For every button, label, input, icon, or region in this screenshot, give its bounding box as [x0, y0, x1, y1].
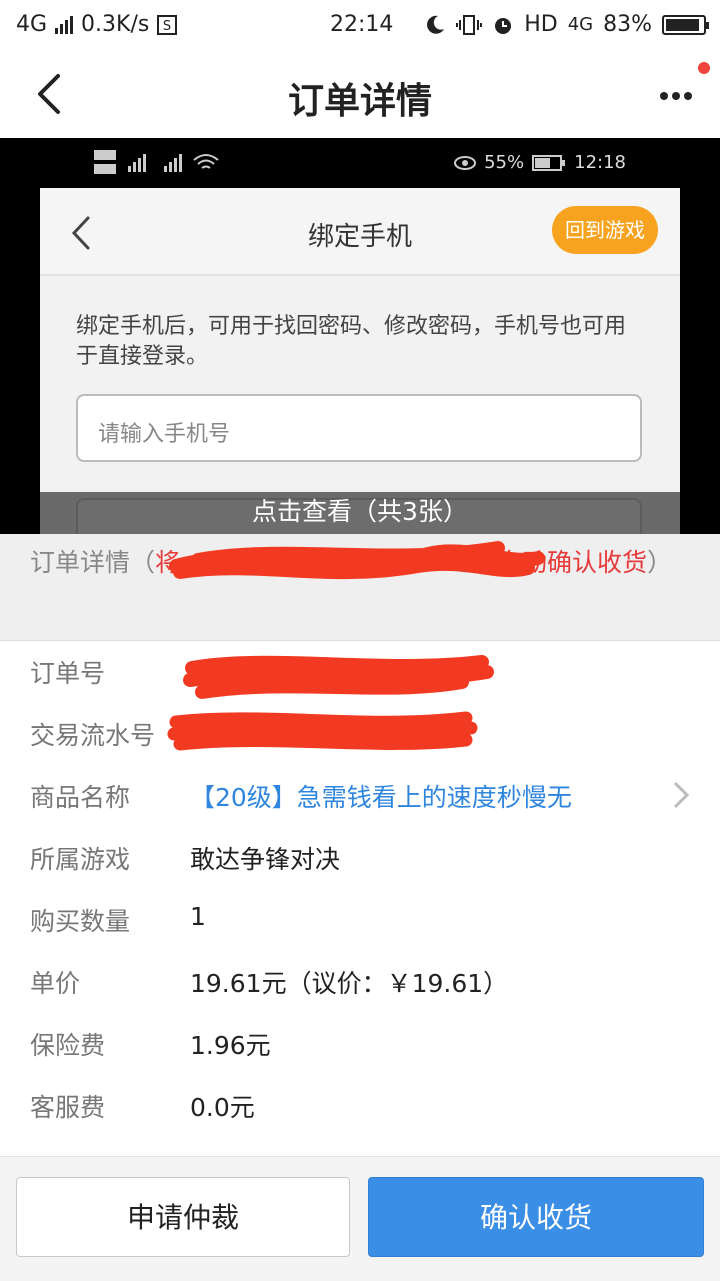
hd-indicator: HD	[524, 12, 558, 37]
preview-time: 12:18	[574, 152, 626, 173]
serial-number-row: 交易流水号	[0, 702, 720, 764]
order-number-row: 订单号	[0, 640, 720, 702]
vibrate-icon	[456, 14, 483, 35]
preview-status-bar: 55% 12:18	[94, 148, 626, 184]
service-fee-label: 客服费	[30, 1093, 106, 1122]
eye-icon	[454, 155, 477, 170]
apply-arbitration-button[interactable]: 申请仲裁	[16, 1177, 350, 1257]
preview-description: 绑定手机后，可用于找回密码、修改密码，手机号也可用于直接登录。	[76, 314, 627, 369]
preview-signal-icon	[94, 150, 219, 174]
game-row: 所属游戏 敢达争锋对决	[0, 826, 720, 888]
order-number-label: 订单号	[30, 659, 106, 688]
clock: 22:14	[330, 12, 394, 37]
insurance-row: 保险费 1.96元	[0, 1012, 720, 1074]
preview-app-screen: 绑定手机 回到游戏 绑定手机后，可用于找回密码、修改密码，手机号也可用于直接登录…	[40, 188, 680, 534]
moon-icon	[427, 15, 445, 34]
unit-price-label: 单价	[30, 969, 81, 998]
notice-red-end: 后自动确认收货	[472, 548, 648, 577]
more-options-icon[interactable]	[656, 76, 696, 112]
serial-number-label: 交易流水号	[30, 721, 156, 750]
preview-battery-percent: 55%	[484, 152, 525, 173]
network-speed: 0.3K/s	[81, 12, 150, 37]
notice-red-start: 将	[155, 548, 181, 577]
battery-percent: 83%	[603, 12, 652, 37]
alarm-icon	[495, 17, 512, 34]
quantity-row: 购买数量 1	[0, 888, 720, 950]
product-name-link[interactable]: 【20级】急需钱看上的速度秒慢无	[190, 778, 572, 814]
serial-number-redaction	[167, 711, 478, 751]
preview-app-bar: 绑定手机 回到游戏	[40, 188, 680, 276]
insurance-label: 保险费	[30, 1031, 106, 1060]
order-number-redaction	[183, 655, 494, 699]
service-fee-value: 0.0元	[190, 1093, 255, 1122]
signal-icon	[55, 15, 74, 34]
battery-icon	[662, 14, 709, 35]
screenshot-preview[interactable]: 55% 12:18 绑定手机 回到游戏 绑定手机后，可用于找回密码、修改密码，手…	[0, 138, 720, 534]
svg-text:S: S	[163, 19, 171, 34]
insurance-value: 1.96元	[190, 1031, 271, 1060]
product-name-label: 商品名称	[30, 783, 131, 812]
notification-dot	[698, 62, 710, 74]
chevron-right-icon[interactable]	[672, 780, 690, 810]
status-bar: 4G 0.3K/s S 22:14 HD 4G 83%	[0, 0, 720, 50]
confirm-receipt-button[interactable]: 确认收货	[368, 1177, 704, 1257]
game-label: 所属游戏	[30, 845, 131, 874]
service-fee-row: 客服费 0.0元	[0, 1074, 720, 1136]
unit-price-row: 单价 19.61元（议价：￥19.61）	[0, 950, 720, 1012]
s-app-icon: S	[157, 14, 178, 35]
app-bar: 订单详情	[0, 50, 720, 138]
back-to-game-button: 回到游戏	[552, 206, 658, 254]
game-value: 敢达争锋对决	[190, 845, 341, 874]
network-type: 4G	[16, 12, 48, 37]
network-type-2: 4G	[567, 14, 594, 35]
bottom-action-bar: 申请仲裁 确认收货	[0, 1156, 720, 1281]
unit-price-value: 19.61元（议价：￥19.61）	[190, 969, 509, 998]
product-name-row[interactable]: 商品名称 【20级】急需钱看上的速度秒慢无	[0, 764, 720, 826]
notice-label: 订单详情	[30, 548, 131, 577]
notice-text: 订单详情（将 后自动确认收货）	[30, 544, 690, 582]
quantity-label: 购买数量	[30, 907, 131, 936]
view-images-caption[interactable]: 点击查看（共3张）	[40, 492, 680, 534]
preview-phone-field: 请输入手机号	[76, 394, 642, 462]
notice-paren-open: （	[130, 548, 156, 577]
quantity-value: 1	[190, 902, 206, 931]
order-notice: 订单详情（将 后自动确认收货）	[0, 534, 720, 641]
page-title: 订单详情	[287, 81, 432, 122]
preview-battery-icon	[532, 154, 566, 171]
notice-paren-close: ）	[647, 548, 673, 577]
